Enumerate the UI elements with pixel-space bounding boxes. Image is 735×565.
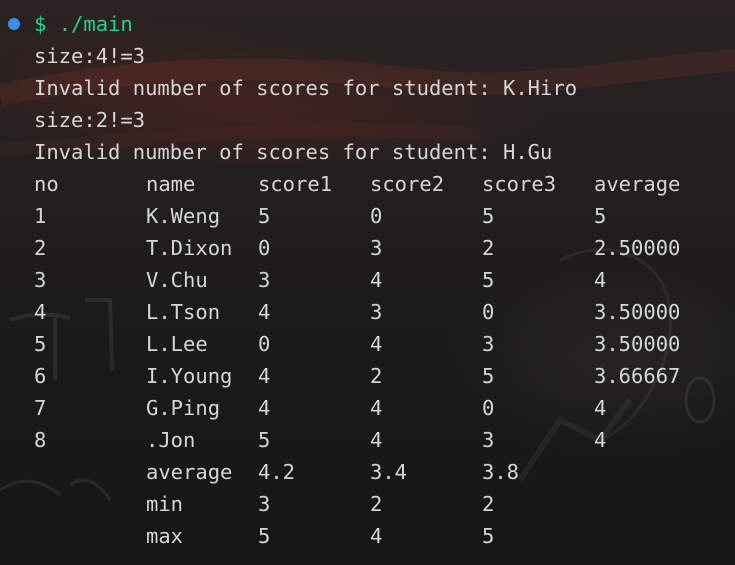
cell-average: 4 (594, 428, 607, 452)
error-size-line: size:4!=3 (34, 44, 146, 68)
cell-average: 4 (594, 396, 607, 420)
cell-no: 8 (34, 428, 47, 452)
cell-score2: 4 (370, 524, 383, 548)
cell-score1: 4 (258, 300, 271, 324)
summary-row: max 5 4 5 (34, 520, 714, 552)
table-row: 5 L.Lee 0 4 3 3.50000 (34, 328, 714, 360)
cell-score3: 0 (482, 396, 495, 420)
cell-name: L.Tson (146, 300, 221, 324)
cell-no (34, 488, 146, 520)
cell-score3: 5 (482, 364, 495, 388)
cell-score2: 4 (370, 428, 383, 452)
table-row: 2 T.Dixon 0 3 2 2.50000 (34, 232, 714, 264)
cell-name: max (146, 524, 184, 548)
cell-name: I.Young (146, 364, 233, 388)
cell-name: G.Ping (146, 396, 221, 420)
cell-no (34, 520, 146, 552)
cell-no (34, 456, 146, 488)
cell-score2: 2 (370, 364, 383, 388)
summary-row: min 3 2 2 (34, 488, 714, 520)
terminal-output[interactable]: $ ./main size:4!=3 Invalid number of sco… (8, 8, 714, 552)
terminal-window[interactable]: $ ./main size:4!=3 Invalid number of sco… (0, 0, 735, 565)
table-row: 1 K.Weng 5 0 5 5 (34, 200, 714, 232)
header-score2: score2 (370, 172, 445, 196)
cell-score2: 3 (370, 236, 383, 260)
header-score3: score3 (482, 172, 557, 196)
cell-score2: 0 (370, 204, 383, 228)
cell-score1: 5 (258, 204, 271, 228)
command-line: $ ./main (8, 8, 714, 40)
summary-row: average 4.2 3.4 3.8 (34, 456, 714, 488)
cell-no: 3 (34, 268, 47, 292)
cell-score1: 5 (258, 524, 271, 548)
header-no: no (34, 172, 59, 196)
header-score1: score1 (258, 172, 333, 196)
prompt-symbol: $ (34, 12, 47, 36)
cell-score1: 4 (258, 396, 271, 420)
cell-score1: 4.2 (258, 460, 296, 484)
table-summary: average 4.2 3.4 3.8 min 3 2 2 max 5 4 5 (34, 456, 714, 552)
cell-average: 3.50000 (594, 332, 681, 356)
cell-score2: 4 (370, 332, 383, 356)
cell-average (594, 488, 714, 520)
cell-name: T.Dixon (146, 236, 233, 260)
cell-score2: 2 (370, 492, 383, 516)
cell-average (594, 520, 714, 552)
cell-score2: 4 (370, 396, 383, 420)
cell-name: min (146, 492, 184, 516)
cell-score1: 3 (258, 268, 271, 292)
cell-score3: 0 (482, 300, 495, 324)
header-average: average (594, 172, 681, 196)
error-message-line: Invalid number of scores for student: H.… (34, 140, 553, 164)
cell-average: 3.50000 (594, 300, 681, 324)
cell-score3: 2 (482, 236, 495, 260)
cell-score3: 3 (482, 332, 495, 356)
table-body: 1 K.Weng 5 0 5 5 2 T.Dixon 0 3 2 2.50000 3 V.Chu 3 4 5 4 4… (34, 200, 714, 456)
cell-average: 5 (594, 204, 607, 228)
cell-score1: 5 (258, 428, 271, 452)
cell-no: 5 (34, 332, 47, 356)
table-row: 3 V.Chu 3 4 5 4 (34, 264, 714, 296)
cell-no: 2 (34, 236, 47, 260)
cell-score1: 3 (258, 492, 271, 516)
cell-name: V.Chu (146, 268, 208, 292)
cell-name: .Jon (146, 428, 196, 452)
cell-name: average (146, 460, 233, 484)
cell-no: 7 (34, 396, 47, 420)
cell-no: 6 (34, 364, 47, 388)
cell-score3: 2 (482, 492, 495, 516)
table-row: 7 G.Ping 4 4 0 4 (34, 392, 714, 424)
table-row: 8 .Jon 5 4 3 4 (34, 424, 714, 456)
cell-score1: 0 (258, 332, 271, 356)
cell-no: 4 (34, 300, 47, 324)
cell-name: K.Weng (146, 204, 221, 228)
cell-score1: 0 (258, 236, 271, 260)
cell-score3: 5 (482, 204, 495, 228)
command-text: ./main (58, 12, 133, 36)
error-size-line: size:2!=3 (34, 108, 146, 132)
cell-score2: 4 (370, 268, 383, 292)
table-header-row: no name score1 score2 score3 average (34, 168, 714, 200)
cell-score2: 3 (370, 300, 383, 324)
cell-score1: 4 (258, 364, 271, 388)
cell-average: 3.66667 (594, 364, 681, 388)
cell-average: 4 (594, 268, 607, 292)
cell-score3: 3 (482, 428, 495, 452)
status-dot-icon (8, 18, 20, 30)
table-row: 4 L.Tson 4 3 0 3.50000 (34, 296, 714, 328)
cell-average (594, 456, 714, 488)
cell-score3: 3.8 (482, 460, 520, 484)
cell-score3: 5 (482, 524, 495, 548)
cell-score3: 5 (482, 268, 495, 292)
header-name: name (146, 172, 196, 196)
cell-name: L.Lee (146, 332, 208, 356)
cell-score2: 3.4 (370, 460, 408, 484)
error-message-line: Invalid number of scores for student: K.… (34, 76, 578, 100)
table-row: 6 I.Young 4 2 5 3.66667 (34, 360, 714, 392)
cell-no: 1 (34, 204, 47, 228)
cell-average: 2.50000 (594, 236, 681, 260)
